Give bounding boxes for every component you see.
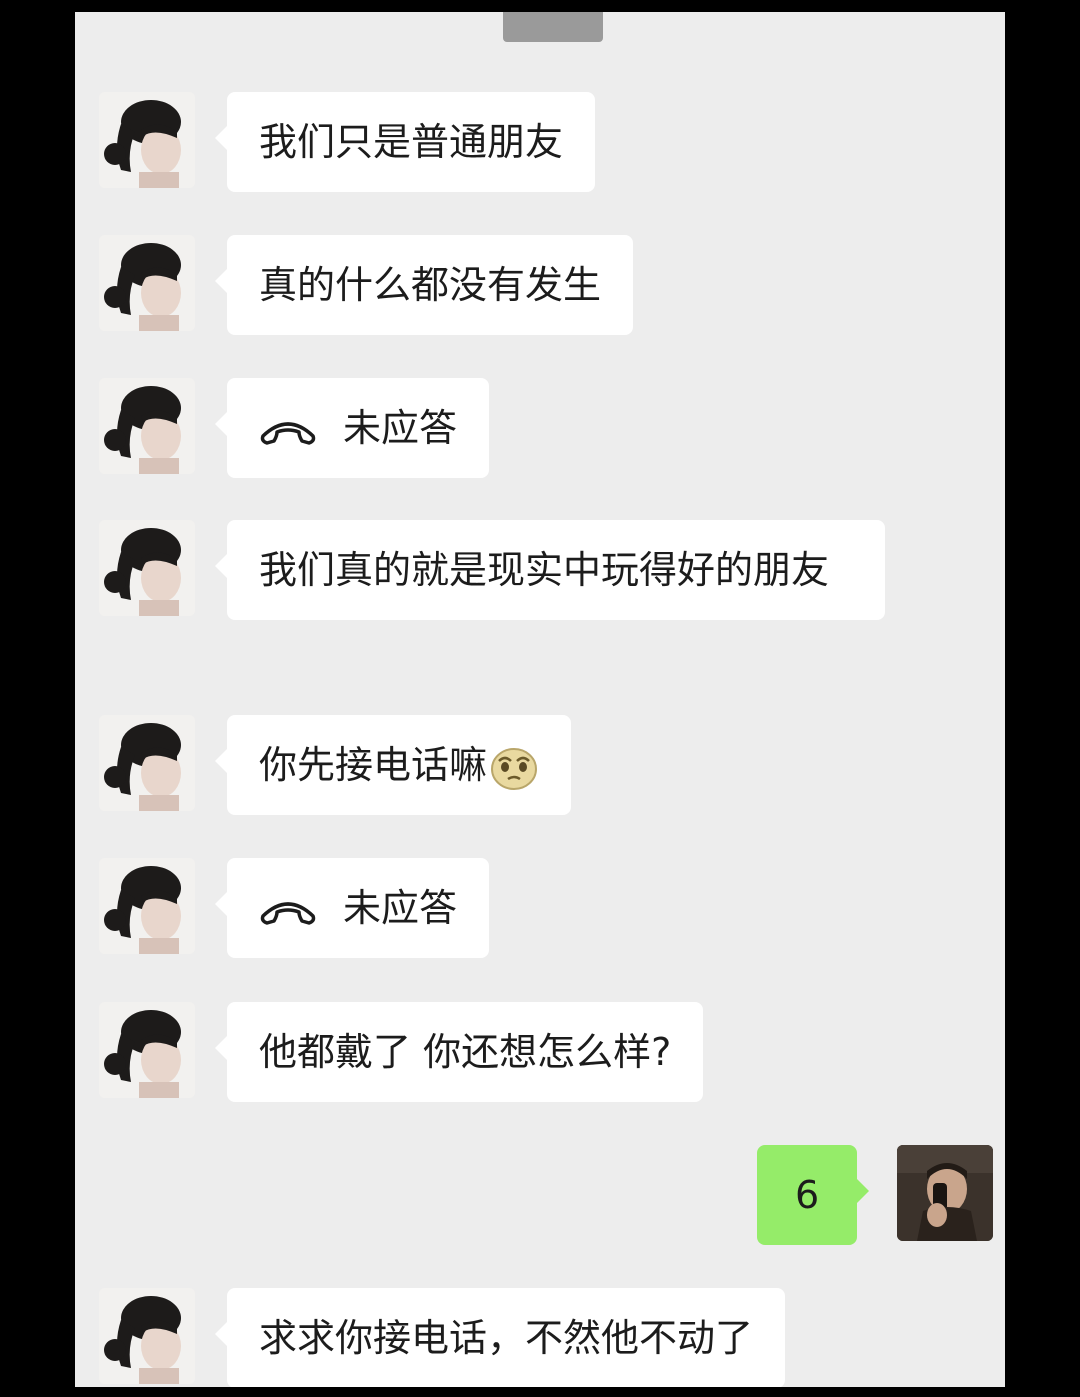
message-text: 求求你接电话，不然他不动了 xyxy=(259,1316,754,1360)
chat-window[interactable]: 我们只是普通朋友 真的什么都没有发生 未应答 我们真的就是现实中玩得好的朋友 你… xyxy=(75,12,1005,1387)
my-message-bubble[interactable]: 6 xyxy=(757,1145,870,1245)
message-bubble[interactable]: 真的什么都没有发生 xyxy=(214,235,634,335)
message-text: 6 xyxy=(795,1173,820,1217)
pleading-face-icon xyxy=(491,747,538,790)
missed-call-text: 未应答 xyxy=(343,886,458,930)
phone-hangup-icon xyxy=(260,421,316,445)
contact-avatar[interactable] xyxy=(99,1288,195,1384)
contact-avatar[interactable] xyxy=(99,520,195,616)
contact-avatar[interactable] xyxy=(99,1002,195,1098)
missed-call-bubble[interactable]: 未应答 xyxy=(214,858,490,958)
contact-avatar[interactable] xyxy=(99,92,195,188)
missed-call-text: 未应答 xyxy=(343,406,458,450)
my-avatar[interactable] xyxy=(897,1145,993,1241)
contact-avatar[interactable] xyxy=(99,858,195,954)
contact-avatar[interactable] xyxy=(99,715,195,811)
status-bar-notch xyxy=(503,12,603,42)
message-text: 你先接电话嘛 xyxy=(259,743,488,787)
message-text: 他都戴了 你还想怎么样? xyxy=(259,1030,672,1074)
message-bubble[interactable]: 求求你接电话，不然他不动了 xyxy=(214,1288,786,1387)
message-bubble[interactable]: 他都戴了 你还想怎么样? xyxy=(214,1002,704,1102)
message-bubble[interactable]: 我们只是普通朋友 xyxy=(214,92,596,192)
phone-hangup-icon xyxy=(260,901,316,925)
missed-call-bubble[interactable]: 未应答 xyxy=(214,378,490,478)
message-bubble[interactable]: 你先接电话嘛 xyxy=(214,715,572,815)
contact-avatar[interactable] xyxy=(99,235,195,331)
message-bubble[interactable]: 我们真的就是现实中玩得好的朋友 xyxy=(215,520,885,620)
contact-avatar[interactable] xyxy=(99,378,195,474)
message-text: 我们只是普通朋友 xyxy=(259,120,564,164)
message-text: 我们真的就是现实中玩得好的朋友 xyxy=(259,548,830,592)
message-text: 真的什么都没有发生 xyxy=(259,263,602,307)
